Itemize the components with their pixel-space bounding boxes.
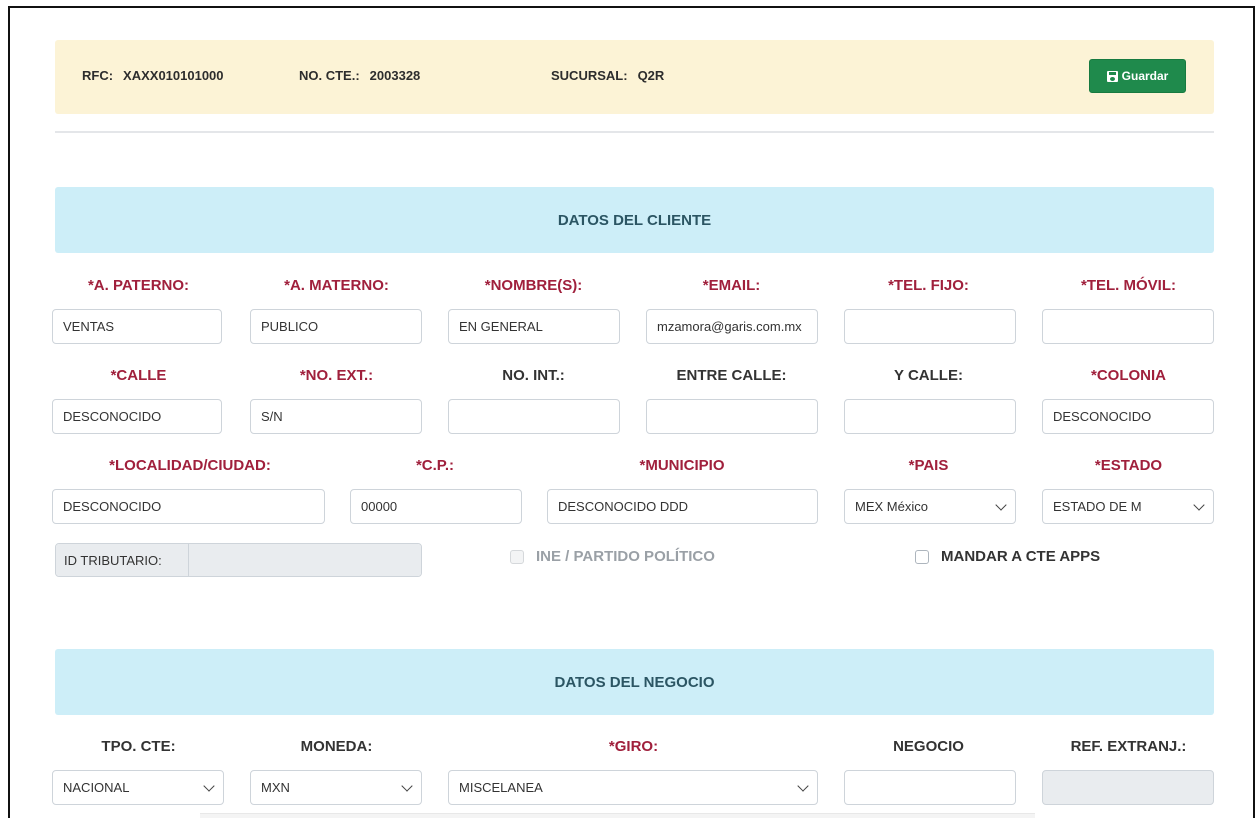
negocio-input[interactable]: [844, 770, 1016, 805]
customer-number-label: NO. CTE.:: [299, 68, 360, 83]
calle-input[interactable]: DESCONOCIDO: [52, 399, 222, 434]
section-title-cliente: DATOS DEL CLIENTE: [557, 211, 712, 229]
tel-fijo-label: *TEL. FIJO:: [888, 277, 969, 294]
id-tributario-label: ID TRIBUTARIO:: [56, 544, 189, 576]
ref-extranj-input[interactable]: [1042, 770, 1214, 805]
giro-select[interactable]: MISCELANEA: [448, 770, 818, 805]
divider: [55, 131, 1214, 133]
tel-movil-input[interactable]: [1042, 309, 1214, 344]
localidad-input[interactable]: DESCONOCIDO: [52, 489, 325, 524]
municipio-label: *MUNICIPIO: [639, 457, 725, 474]
tpo-cte-select[interactable]: NACIONAL: [52, 770, 224, 805]
email-label: *EMAIL:: [702, 277, 761, 294]
tpo-cte-select-value: NACIONAL: [63, 780, 130, 795]
rfc-label: RFC:: [82, 68, 114, 83]
negocio-label: NEGOCIO: [893, 738, 964, 755]
chevron-down-icon: [203, 779, 215, 792]
entre-calle-input[interactable]: [646, 399, 818, 434]
email-input[interactable]: mzamora@garis.com.mx: [646, 309, 818, 344]
floppy-disk-icon: [1106, 70, 1118, 82]
chevron-down-icon: [401, 779, 413, 792]
moneda-label: MONEDA:: [300, 738, 373, 755]
rfc-info: RFC: XAXX010101000: [82, 68, 224, 83]
nombre-input[interactable]: EN GENERAL: [448, 309, 620, 344]
localidad-label: *LOCALIDAD/CIUDAD:: [109, 457, 271, 474]
pais-select[interactable]: MEX México: [844, 489, 1016, 524]
no-int-input[interactable]: [448, 399, 620, 434]
nombre-label: *NOMBRE(S):: [484, 277, 583, 294]
tel-movil-label: *TEL. MÓVIL:: [1081, 277, 1176, 294]
ine-checkbox-group: INE / PARTIDO POLÍTICO: [510, 548, 715, 565]
tel-fijo-input[interactable]: [844, 309, 1016, 344]
y-calle-label: Y CALLE:: [894, 367, 963, 384]
giro-select-value: MISCELANEA: [459, 780, 543, 795]
no-ext-input[interactable]: S/N: [250, 399, 422, 434]
colonia-label: *COLONIA: [1091, 367, 1166, 384]
a-materno-label: *A. MATERNO:: [284, 277, 389, 294]
mandar-cte-apps-checkbox[interactable]: [915, 549, 929, 564]
id-tributario-input[interactable]: [189, 544, 421, 576]
customer-number-value: 2003328: [369, 68, 421, 83]
ine-checkbox-label: INE / PARTIDO POLÍTICO: [536, 548, 715, 565]
ine-checkbox[interactable]: [510, 549, 524, 564]
horizontal-scrollbar[interactable]: [200, 813, 1035, 818]
cp-input[interactable]: 00000: [350, 489, 522, 524]
a-paterno-input[interactable]: VENTAS: [52, 309, 222, 344]
sucursal-value: Q2R: [637, 68, 665, 83]
section-header-negocio: DATOS DEL NEGOCIO: [55, 649, 1214, 715]
rfc-value: XAXX010101000: [123, 68, 224, 83]
sucursal-info: SUCURSAL: Q2R: [551, 68, 664, 83]
municipio-input[interactable]: DESCONOCIDO DDD: [547, 489, 818, 524]
ref-extranj-label: REF. EXTRANJ.:: [1070, 738, 1187, 755]
colonia-input[interactable]: DESCONOCIDO: [1042, 399, 1214, 434]
sucursal-label: SUCURSAL:: [551, 68, 628, 83]
entre-calle-label: ENTRE CALLE:: [676, 367, 787, 384]
giro-label: *GIRO:: [608, 738, 659, 755]
moneda-select-value: MXN: [261, 780, 290, 795]
no-int-label: NO. INT.:: [502, 367, 565, 384]
customer-header-bar: RFC: XAXX010101000 NO. CTE.: 2003328 SUCUR…: [55, 40, 1214, 114]
y-calle-input[interactable]: [844, 399, 1016, 434]
pais-select-value: MEX México: [855, 499, 928, 514]
section-title-negocio: DATOS DEL NEGOCIO: [554, 673, 715, 691]
save-button[interactable]: Guardar: [1089, 59, 1186, 93]
mandar-cte-apps-label: MANDAR A CTE APPS: [941, 548, 1101, 565]
chevron-down-icon: [797, 779, 809, 792]
a-paterno-label: *A. PATERNO:: [87, 277, 190, 294]
moneda-select[interactable]: MXN: [250, 770, 422, 805]
estado-select-value: ESTADO DE M: [1053, 499, 1142, 514]
chevron-down-icon: [1193, 498, 1205, 511]
tpo-cte-label: TPO. CTE:: [101, 738, 176, 755]
customer-number-info: NO. CTE.: 2003328: [299, 68, 420, 83]
cp-label: *C.P.:: [415, 457, 455, 474]
mandar-checkbox-group: MANDAR A CTE APPS: [915, 548, 1100, 565]
no-ext-label: *NO. EXT.:: [299, 367, 374, 384]
save-button-label: Guardar: [1121, 69, 1169, 83]
estado-select[interactable]: ESTADO DE M: [1042, 489, 1214, 524]
estado-label: *ESTADO: [1094, 457, 1163, 474]
id-tributario-group: ID TRIBUTARIO:: [55, 543, 422, 577]
calle-label: *CALLE: [110, 367, 167, 384]
pais-label: *PAIS: [908, 457, 949, 474]
chevron-down-icon: [995, 498, 1007, 511]
a-materno-input[interactable]: PUBLICO: [250, 309, 422, 344]
section-header-cliente: DATOS DEL CLIENTE: [55, 187, 1214, 253]
